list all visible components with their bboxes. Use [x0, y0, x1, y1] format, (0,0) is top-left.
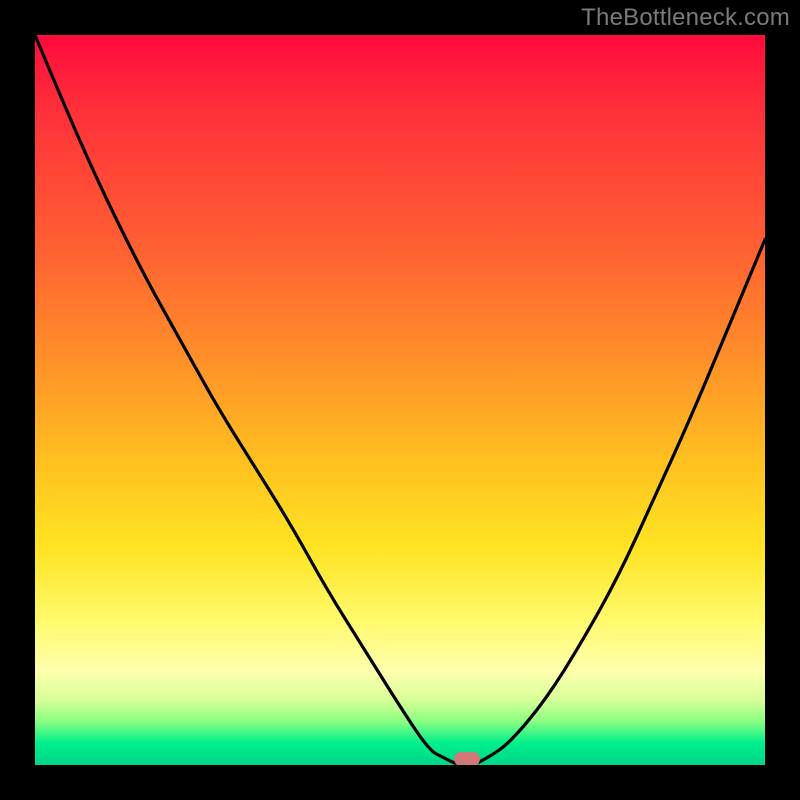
- chart-frame: TheBottleneck.com: [0, 0, 800, 800]
- watermark-text: TheBottleneck.com: [581, 4, 790, 32]
- bottleneck-curve: [35, 35, 765, 765]
- optimum-marker: [454, 752, 480, 765]
- plot-area: [35, 35, 765, 765]
- curve-path: [35, 35, 765, 765]
